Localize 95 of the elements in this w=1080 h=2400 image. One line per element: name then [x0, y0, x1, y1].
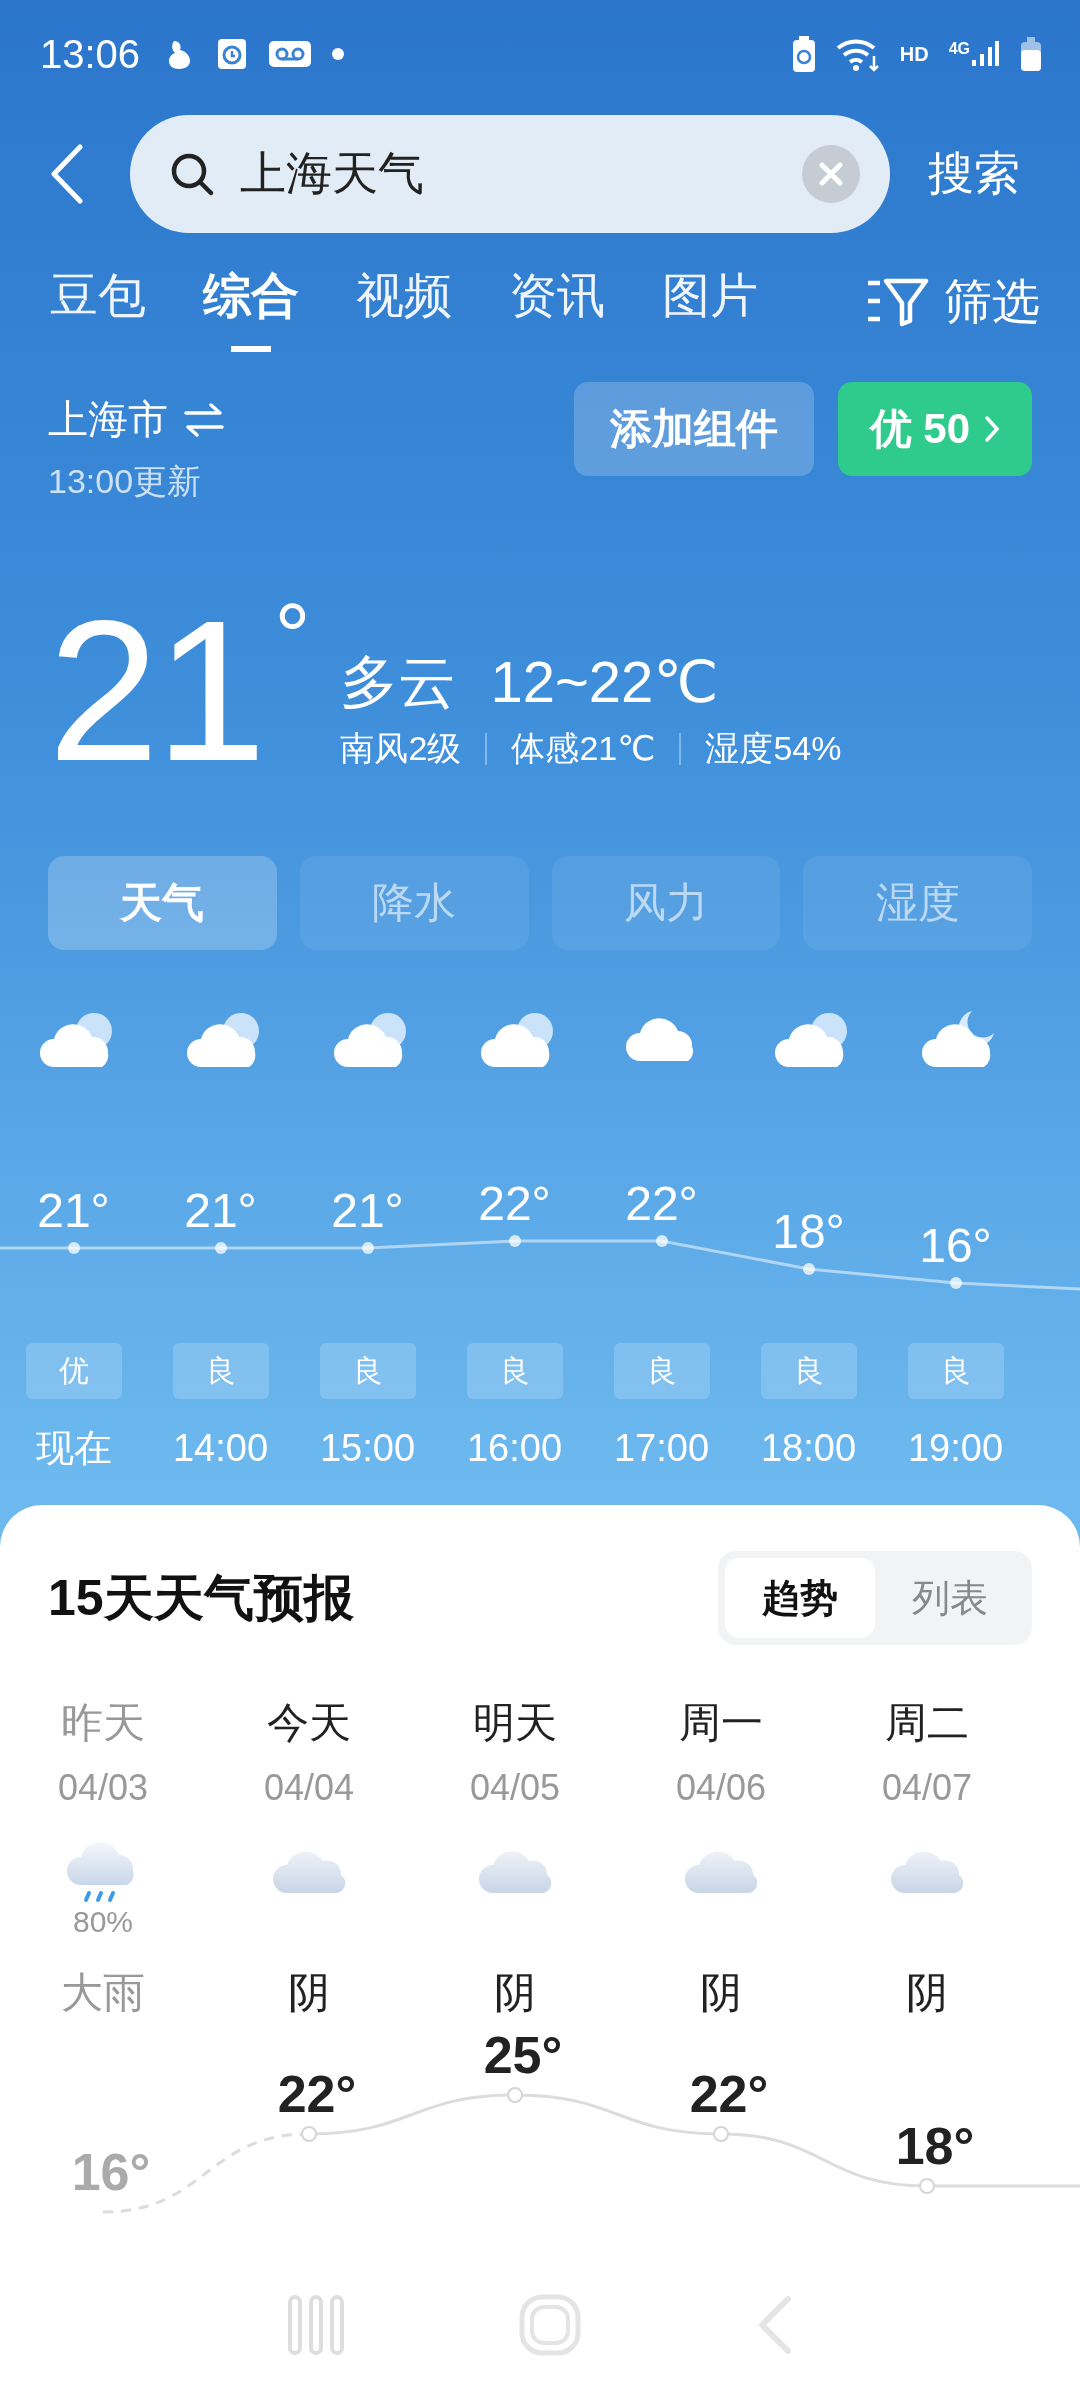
hour-label: 14:00 — [172, 1426, 269, 1470]
curve-point — [507, 2087, 523, 2103]
high-temperature: 22° — [689, 2064, 769, 2125]
signal-icon — [970, 40, 1000, 68]
hour-label: 17:00 — [613, 1426, 710, 1470]
tab[interactable]: 图片 — [662, 252, 758, 352]
view-tab[interactable]: 风力 — [551, 856, 781, 950]
condition-label: 阴 — [906, 1968, 948, 2018]
hourly-temperature: 21° — [37, 1183, 110, 1239]
air-quality-tag: 良 — [613, 1343, 710, 1399]
high-temperature: 16° — [71, 2142, 151, 2203]
curve-point — [301, 2126, 317, 2142]
curve-point — [361, 1242, 374, 1254]
toggle-option[interactable]: 趋势 — [725, 1558, 875, 1638]
curve-point — [655, 1235, 668, 1247]
hourly-temperature: 21° — [184, 1183, 257, 1239]
city-name: 上海市 — [48, 396, 168, 443]
wifi-icon — [835, 36, 880, 72]
high-temperature: 25° — [483, 2025, 563, 2086]
high-temperature: 22° — [277, 2064, 357, 2125]
degree-sign: ° — [274, 585, 311, 688]
recent-apps-icon[interactable] — [286, 2293, 346, 2357]
hourly-temperature: 22° — [625, 1176, 698, 1232]
hourly-temperature: 18° — [772, 1204, 845, 1260]
air-quality-tag: 良 — [319, 1343, 416, 1399]
curve-point — [949, 1277, 962, 1289]
weather-detail: 体感21℃ — [511, 728, 656, 769]
curve-point — [802, 1263, 815, 1275]
view-tab[interactable]: 降水 — [299, 856, 529, 950]
curve-point — [214, 1242, 227, 1254]
battery-icon — [1020, 36, 1042, 72]
day-label: 周二 — [885, 1698, 969, 1748]
tab[interactable]: 资讯 — [509, 252, 605, 352]
weather-detail: 湿度54% — [705, 728, 842, 769]
date-label: 04/06 — [675, 1766, 767, 1810]
temperature-range: 12~22℃ — [490, 648, 719, 716]
weather-detail: 南风2级 — [340, 728, 462, 769]
tab[interactable]: 豆包 — [50, 252, 146, 352]
day-label: 昨天 — [61, 1698, 145, 1748]
filter-icon — [866, 277, 930, 327]
filter-button[interactable]: 筛选 — [866, 270, 1040, 334]
air-quality-tag: 优 — [25, 1343, 122, 1399]
search-button[interactable]: 搜索 — [928, 143, 1020, 205]
date-label: 04/04 — [263, 1766, 355, 1810]
air-quality-tag: 良 — [760, 1343, 857, 1399]
home-icon[interactable] — [518, 2293, 582, 2357]
condition-label: 阴 — [494, 1968, 536, 2018]
day-label: 今天 — [267, 1698, 351, 1748]
add-widget-button[interactable]: 添加组件 — [573, 382, 814, 476]
hour-label: 19:00 — [907, 1426, 1004, 1470]
hour-label: 16:00 — [466, 1426, 563, 1470]
condition-label: 阴 — [700, 1968, 742, 2018]
clock-time: 13:06 — [40, 31, 141, 77]
switch-arrows-icon[interactable] — [182, 401, 226, 438]
day-label: 明天 — [473, 1698, 557, 1748]
date-label: 04/03 — [57, 1766, 149, 1810]
search-input[interactable]: 上海天气 — [238, 146, 780, 202]
hour-label: 15:00 — [319, 1426, 416, 1470]
curve-point — [508, 1235, 521, 1247]
hourly-temperature: 16° — [919, 1218, 992, 1274]
tab[interactable]: 综合 — [203, 252, 299, 352]
hour-label: 18:00 — [760, 1426, 857, 1470]
view-tab[interactable]: 天气 — [48, 856, 277, 950]
date-label: 04/07 — [881, 1766, 973, 1810]
air-quality-button[interactable]: 优 50 — [837, 382, 1032, 476]
condition-label: 阴 — [288, 1968, 330, 2018]
air-quality-tag: 良 — [172, 1343, 269, 1399]
high-temperature: 18° — [895, 2116, 975, 2177]
hd-label: HD — [899, 42, 929, 66]
network-label: 4G — [948, 40, 970, 58]
hourly-temperature: 21° — [331, 1183, 404, 1239]
condition-label: 大雨 — [61, 1968, 145, 2018]
view-tab[interactable]: 湿度 — [803, 856, 1032, 950]
clock-icon — [216, 37, 249, 71]
precipitation-chance: 80% — [72, 1905, 133, 1939]
section-title: 15天天气预报 — [48, 1568, 354, 1628]
update-time: 13:00更新 — [48, 461, 203, 502]
tab[interactable]: 视频 — [356, 252, 452, 352]
dot-icon — [332, 48, 345, 60]
curve-point — [67, 1242, 80, 1254]
date-label: 04/05 — [469, 1766, 561, 1810]
toggle-option[interactable]: 列表 — [875, 1558, 1025, 1638]
air-quality-tag: 良 — [907, 1343, 1004, 1399]
battery-saver-icon — [791, 35, 816, 73]
chevron-icon — [984, 415, 1000, 443]
hour-label: 现在 — [35, 1425, 112, 1471]
search-field[interactable]: 上海天气 — [130, 115, 890, 233]
clear-icon[interactable] — [802, 145, 860, 203]
curve-point — [919, 2178, 935, 2194]
air-quality-tag: 良 — [466, 1343, 563, 1399]
day-label: 周一 — [679, 1698, 763, 1748]
temperature: 21 — [48, 578, 263, 804]
hourly-temperature: 22° — [478, 1176, 551, 1232]
condition: 多云 — [340, 648, 457, 716]
curve-point — [713, 2126, 729, 2142]
